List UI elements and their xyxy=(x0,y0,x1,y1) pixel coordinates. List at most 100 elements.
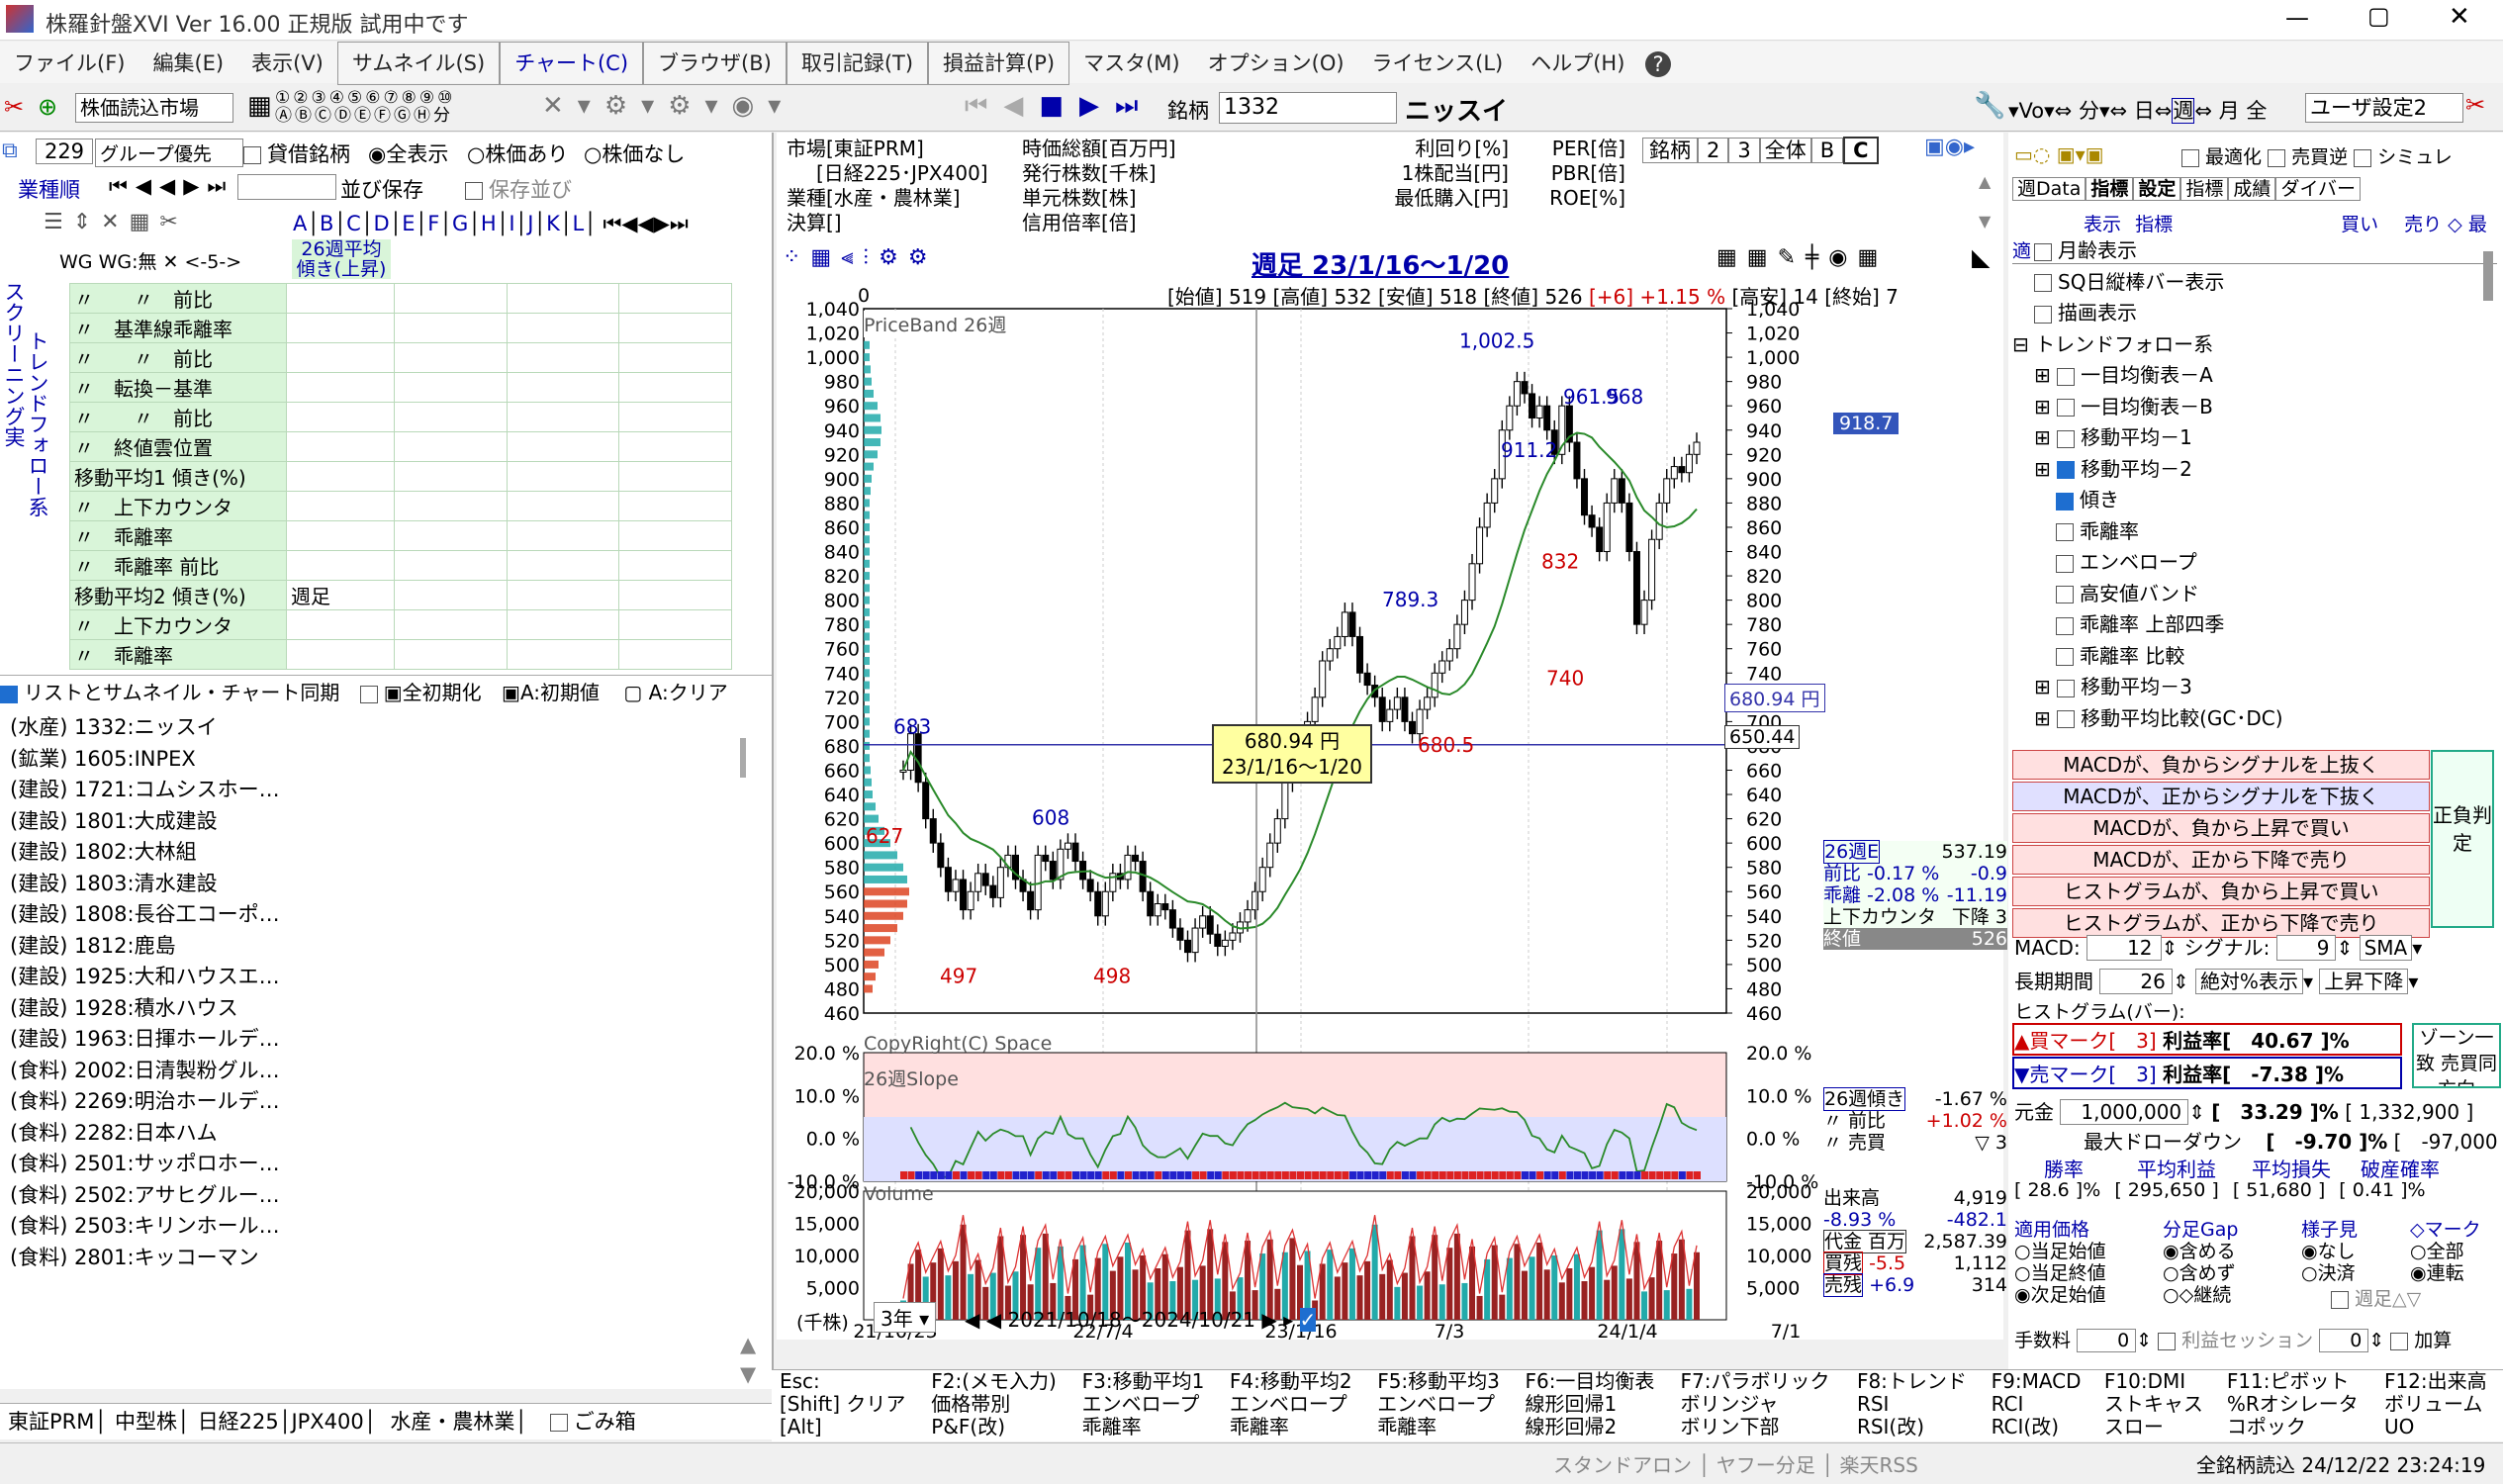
grid-icon[interactable]: ▦ xyxy=(247,91,272,121)
tree-item[interactable]: ⊞ 一目均衡表－B xyxy=(2012,392,2497,423)
tree-item[interactable]: ⊞ 移動平均－3 xyxy=(2012,672,2497,703)
tree-checkbox[interactable] xyxy=(2056,554,2074,573)
menu-browser[interactable]: ブラウザ(B) xyxy=(643,42,787,85)
menu-view[interactable]: 表示(V) xyxy=(237,43,337,84)
tree-checkbox[interactable] xyxy=(2057,429,2076,448)
close-button[interactable]: ✕ xyxy=(2449,2,2470,32)
tree-item[interactable]: 高安値バンド xyxy=(2012,579,2497,610)
radio-without-price[interactable]: ○株価なし xyxy=(584,139,685,168)
fkey-cell[interactable]: F7:パラボリック xyxy=(1673,1370,1849,1393)
tree-checkbox[interactable] xyxy=(2034,305,2052,324)
menu-license[interactable]: ライセンス(L) xyxy=(1358,43,1518,84)
stock-list-item[interactable]: (建設) 1925:大和ハウスエ… xyxy=(0,962,752,993)
close-chart-icon[interactable]: ✂ xyxy=(2465,91,2485,119)
stock-list-item[interactable]: (建設) 1812:鹿島 xyxy=(0,931,752,963)
fkey-cell[interactable]: ボリン下部 xyxy=(1673,1416,1849,1438)
fkey-cell[interactable]: F5:移動平均3 xyxy=(1369,1370,1517,1393)
a-init-button[interactable]: ▣A:初期値 xyxy=(502,681,600,704)
fkey-cell[interactable]: RSI(改) xyxy=(1849,1416,1984,1438)
fkey-cell[interactable]: エンベロープ xyxy=(1074,1393,1222,1416)
radio-all[interactable]: ◉全表示 xyxy=(368,139,448,168)
tree-checkbox[interactable] xyxy=(2056,492,2074,510)
tree-item[interactable]: 乖離率 比較 xyxy=(2012,641,2497,673)
fkey-cell[interactable]: ストキャス xyxy=(2096,1393,2219,1416)
fkey-cell[interactable]: エンベロープ xyxy=(1369,1393,1517,1416)
grid-row[interactable]: 移動平均2 傾き(%) 週足 xyxy=(69,580,732,610)
stock-list-item[interactable]: (食料) 2503:キリンホール… xyxy=(0,1211,752,1243)
grid-row[interactable]: 〃 乖離率 前比 xyxy=(69,550,732,581)
grid-row[interactable]: 〃 上下カウンタ xyxy=(69,491,732,521)
fkey-cell[interactable]: 価格帯別 xyxy=(923,1393,1073,1416)
stock-list-item[interactable]: (食料) 2501:サッポロホー… xyxy=(0,1149,752,1180)
grid-row[interactable]: 〃 基準線乖離率 xyxy=(69,313,732,343)
stock-list-item[interactable]: (水産) 1332:ニッスイ xyxy=(0,712,752,744)
number-buttons[interactable]: ①②③④⑤⑥⑦⑧⑨⑩ ⒶⒷⒸⒹⒺⒻⒼⒽ分 xyxy=(275,89,455,125)
fkey-cell[interactable]: スロー xyxy=(2096,1416,2219,1438)
menu-option[interactable]: オプション(O) xyxy=(1194,43,1358,84)
init-all-button[interactable]: ▣全初期化 xyxy=(359,681,482,704)
fkey-cell[interactable]: F9:MACD xyxy=(1984,1370,2096,1393)
period-select[interactable]: 3年 ▾ xyxy=(874,1302,937,1333)
tree-checkbox[interactable] xyxy=(2056,648,2074,666)
tree-item[interactable]: ⊟ トレンドフォロー系 xyxy=(2012,329,2497,361)
stock-list-item[interactable]: (建設) 1928:積水ハウス xyxy=(0,993,752,1025)
tree-checkbox[interactable] xyxy=(2057,461,2076,479)
info-scroll[interactable]: ▲ ▼ xyxy=(1979,162,1991,241)
fkey-cell[interactable]: %Rオシレータ xyxy=(2219,1393,2376,1416)
menu-chart[interactable]: チャート(C) xyxy=(500,42,644,85)
grid-row[interactable]: 〃 終値雲位置 xyxy=(69,431,732,462)
fkey-cell[interactable]: 線形回帰1 xyxy=(1517,1393,1672,1416)
tree-item[interactable]: ⊞ 一目均衡表－A xyxy=(2012,360,2497,392)
signal-button[interactable]: MACDが、正から下降で売り xyxy=(2012,845,2430,875)
zone-button[interactable]: ゾーン一致 売買同方向 xyxy=(2412,1023,2501,1088)
collapse-icon[interactable]: ⊟ xyxy=(2012,332,2035,356)
fkey-cell[interactable]: UO xyxy=(2376,1416,2503,1438)
fkey-cell[interactable]: F3:移動平均1 xyxy=(1074,1370,1222,1393)
fkey-cell[interactable]: 乖離率 xyxy=(1222,1416,1369,1438)
fkey-cell[interactable]: [Shift] クリア xyxy=(772,1393,923,1416)
grid-row[interactable]: 〃 転換－基準 xyxy=(69,372,732,403)
fkey-cell[interactable]: Esc: xyxy=(772,1370,923,1393)
fkey-cell[interactable]: RCI(改) xyxy=(1984,1416,2096,1438)
fkey-cell[interactable]: F2:(メモ入力) xyxy=(923,1370,1073,1393)
tree-checkbox[interactable] xyxy=(2034,274,2052,292)
grid-row[interactable]: 〃 〃 前比 xyxy=(69,402,732,432)
info-tabs[interactable]: 銘柄 2 3 全体 B C xyxy=(1642,135,1879,164)
expand-icon[interactable]: ⊞ xyxy=(2034,363,2057,387)
wrench-icon[interactable]: 🔧 xyxy=(1974,91,2005,121)
a-clear-button[interactable]: ▢ A:クリア xyxy=(623,681,727,704)
stock-list-item[interactable]: (鉱業) 1605:INPEX xyxy=(0,744,752,776)
tree-item[interactable]: ⊞ 移動平均比較(GC･DC) xyxy=(2012,703,2497,731)
tree-checkbox[interactable] xyxy=(2057,710,2076,728)
maximize-button[interactable]: ▢ xyxy=(2367,2,2390,30)
grid-row[interactable]: 〃 乖離率 xyxy=(69,639,732,670)
trash-check[interactable]: ごみ箱 xyxy=(549,1410,636,1434)
fkey-cell[interactable]: 乖離率 xyxy=(1074,1416,1222,1438)
list-scrollbar[interactable] xyxy=(740,738,746,778)
expand-icon[interactable]: ⊞ xyxy=(2034,675,2057,698)
taishaku-check[interactable]: 貸借銘柄 xyxy=(243,139,350,168)
stock-list-item[interactable]: (食料) 2801:キッコーマン xyxy=(0,1243,752,1267)
menu-profit-calc[interactable]: 損益計算(P) xyxy=(928,42,1070,85)
stock-list-item[interactable]: (建設) 1721:コムシスホー… xyxy=(0,775,752,806)
price-chart[interactable]: 1,040 1,0401,020 1,0201,000 1,000980 980960 9… xyxy=(777,241,2003,1340)
fkey-cell[interactable]: RCI xyxy=(1984,1393,2096,1416)
fkey-cell[interactable]: エンベロープ xyxy=(1222,1393,1369,1416)
fkey-cell[interactable]: F12:出来高 xyxy=(2376,1370,2503,1393)
fkey-cell[interactable]: コポック xyxy=(2219,1416,2376,1438)
cut-icon[interactable]: ✂ xyxy=(4,93,24,121)
tree-item[interactable]: ⊞ 移動平均－2 xyxy=(2012,454,2497,486)
tree-item[interactable]: SQ日縦棒バー表示 xyxy=(2012,267,2497,299)
grid-row[interactable]: 移動平均1 傾き(%) xyxy=(69,461,732,492)
fkey-cell[interactable]: 乖離率 xyxy=(1369,1416,1517,1438)
tree-item[interactable]: 月齢表示 xyxy=(2012,235,2497,267)
chart-tool-icons[interactable]: ⁘▦⫷⫶⚙⚙ xyxy=(783,245,938,270)
fkey-cell[interactable]: F11:ピボット xyxy=(2219,1370,2376,1393)
tree-checkbox[interactable] xyxy=(2057,679,2076,697)
tree-item[interactable]: 描画表示 xyxy=(2012,298,2497,329)
scroll-arrows[interactable]: ▲ ▼ xyxy=(740,1330,756,1389)
industry-sort[interactable]: 業種順 xyxy=(18,174,80,204)
tree-checkbox[interactable] xyxy=(2057,367,2076,386)
grid-row[interactable]: 〃 上下カウンタ xyxy=(69,609,732,640)
menu-master[interactable]: マスタ(M) xyxy=(1069,43,1194,84)
